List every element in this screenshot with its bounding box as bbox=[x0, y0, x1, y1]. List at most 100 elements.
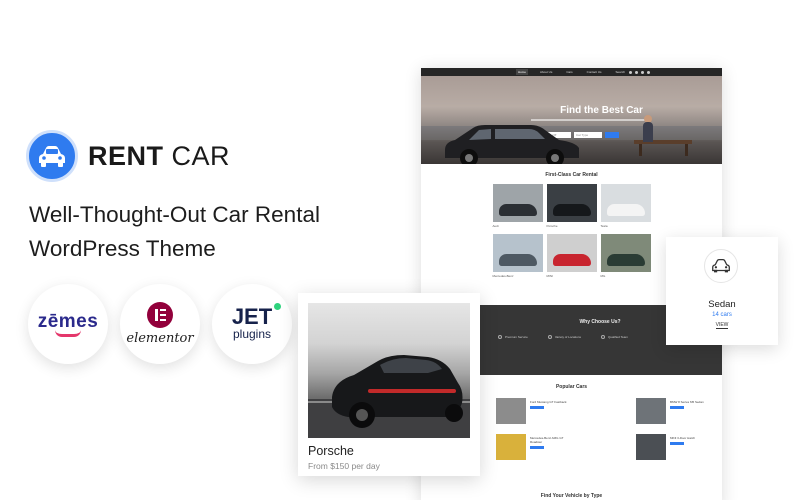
youtube-icon[interactable] bbox=[647, 70, 650, 74]
car-silhouette bbox=[606, 254, 645, 266]
car-tile-label: MG bbox=[600, 274, 606, 278]
popular-item[interactable]: Ford Mustang GT Fastback bbox=[496, 398, 616, 424]
nav-item-search[interactable]: Search bbox=[614, 69, 628, 75]
jet-dot-icon bbox=[274, 303, 282, 310]
popular-item-image bbox=[496, 434, 526, 460]
hero-car-image bbox=[445, 125, 579, 164]
site-navbar: Home About Us Cars Contact Us Search bbox=[421, 68, 722, 76]
jet-logo-subtext: plugins bbox=[232, 327, 272, 341]
jetplugins-badge: JET plugins bbox=[212, 284, 292, 364]
facebook-icon[interactable] bbox=[629, 70, 632, 74]
view-link[interactable]: VIEW bbox=[666, 322, 778, 329]
zemes-smile-icon bbox=[55, 330, 81, 337]
card-price: From $150 per day bbox=[308, 461, 380, 471]
nav-item-contact[interactable]: Contact Us bbox=[585, 69, 604, 75]
car-silhouette bbox=[498, 254, 537, 266]
car-icon bbox=[26, 130, 78, 182]
social-icons bbox=[629, 70, 650, 74]
popular-item[interactable]: Mercedes-Benz AMG GT Roadster bbox=[496, 434, 616, 460]
featured-car-card[interactable]: Porsche From $150 per day bbox=[298, 293, 480, 476]
car-tile-label: Mercedes-Benz bbox=[492, 274, 514, 278]
twitter-icon[interactable] bbox=[635, 70, 638, 74]
vehicle-type-card[interactable]: Sedan 14 cars VIEW bbox=[666, 237, 778, 345]
popular-item-image bbox=[496, 398, 526, 424]
elementor-icon bbox=[147, 302, 173, 328]
view-link-text[interactable]: VIEW bbox=[715, 322, 729, 329]
why-item-label: Qualified Team bbox=[607, 335, 628, 339]
bench-leg bbox=[685, 144, 688, 156]
brand-name: RENT CAR bbox=[88, 141, 230, 172]
tagline-line-2: WordPress Theme bbox=[29, 236, 216, 261]
vehicle-type-title: Sedan bbox=[708, 299, 736, 310]
car-tile-image bbox=[546, 234, 597, 272]
popular-item-button[interactable] bbox=[670, 442, 684, 445]
nav-item-home[interactable]: Home bbox=[515, 69, 528, 75]
car-tile-label: Tesla bbox=[600, 224, 608, 228]
why-item: Variety of Locations bbox=[547, 335, 581, 339]
car-tile-label: Audi bbox=[492, 224, 499, 228]
car-tile-label: Porsche bbox=[546, 224, 558, 228]
location-icon bbox=[547, 335, 552, 339]
car-icon bbox=[704, 249, 738, 283]
popular-item-name: Ford Mustang GT Fastback bbox=[530, 400, 567, 404]
popular-item-name: MINI 3-Door Hatch bbox=[670, 436, 696, 440]
car-silhouette bbox=[606, 204, 645, 216]
why-item-label: Premium Service bbox=[505, 335, 528, 339]
car-tile[interactable]: Tesla bbox=[600, 184, 651, 230]
why-item: Qualified Team bbox=[600, 335, 628, 339]
team-icon bbox=[600, 335, 605, 339]
why-item: Premium Service bbox=[498, 335, 528, 339]
instagram-icon[interactable] bbox=[641, 70, 644, 74]
car-tile[interactable]: Porsche bbox=[546, 184, 597, 230]
car-silhouette bbox=[552, 254, 591, 266]
elementor-logo-text: elementor bbox=[126, 331, 194, 346]
popular-item-image bbox=[636, 398, 666, 424]
popular-item[interactable]: MINI 3-Door Hatch bbox=[636, 434, 722, 460]
why-item-label: Variety of Locations bbox=[554, 335, 581, 339]
car-silhouette bbox=[552, 204, 591, 216]
jet-logo-word: JET bbox=[231, 304, 273, 329]
plugin-badges: zēmes elementor JET plugins bbox=[28, 284, 292, 364]
brand-name-bold: RENT bbox=[88, 140, 164, 171]
zemes-badge: zēmes bbox=[28, 284, 108, 364]
card-title: Porsche bbox=[308, 444, 354, 458]
person bbox=[643, 122, 653, 142]
jet-logo-text: JET bbox=[231, 303, 282, 329]
find-by-type-title: Find Your Vehicle by Type bbox=[540, 493, 603, 499]
popular-item[interactable]: BMW 8 Series M5 Sedan bbox=[636, 398, 722, 424]
popular-item-button[interactable] bbox=[670, 406, 684, 409]
popular-item-image bbox=[636, 434, 666, 460]
car-tile[interactable]: Mercedes-Benz bbox=[492, 234, 543, 280]
popular-item-name: Mercedes-Benz AMG GT Roadster bbox=[530, 436, 564, 444]
nav-item-about[interactable]: About Us bbox=[538, 69, 554, 75]
vehicle-type-count: 14 cars bbox=[712, 312, 732, 318]
car-tile-image bbox=[600, 184, 651, 222]
car-tile[interactable]: MG bbox=[600, 234, 651, 280]
popular-item-name: BMW 8 Series M5 Sedan bbox=[670, 400, 704, 404]
popular-item-button[interactable] bbox=[530, 406, 544, 409]
hero-title: Find the Best Car bbox=[560, 105, 643, 116]
car-tile-label: MINI bbox=[546, 274, 553, 278]
why-items: Premium Service Variety of Locations Qua… bbox=[498, 335, 628, 339]
rental-section-title: First-Class Car Rental bbox=[545, 172, 598, 178]
elementor-badge: elementor bbox=[120, 284, 200, 364]
car-tile-image bbox=[546, 184, 597, 222]
star-icon bbox=[498, 335, 502, 339]
tagline: Well-Thought-Out Car Rental WordPress Th… bbox=[29, 198, 389, 266]
car-tile-image bbox=[492, 184, 543, 222]
car-tile-image bbox=[600, 234, 651, 272]
car-tile-image bbox=[492, 234, 543, 272]
brand-name-light: CAR bbox=[171, 140, 231, 171]
car-tile[interactable]: Audi bbox=[492, 184, 543, 230]
porsche-photo bbox=[308, 303, 470, 438]
bench-leg bbox=[639, 144, 642, 156]
car-silhouette bbox=[498, 204, 537, 216]
popular-grid: Ford Mustang GT Fastback BMW 8 Series M5 … bbox=[496, 398, 722, 460]
search-button[interactable] bbox=[605, 132, 619, 138]
popular-item-button[interactable] bbox=[530, 446, 544, 449]
hero-banner: Find the Best Car Pick Up Drop Off Car T… bbox=[421, 76, 722, 164]
nav-item-cars[interactable]: Cars bbox=[564, 69, 574, 75]
tagline-line-1: Well-Thought-Out Car Rental bbox=[29, 202, 320, 227]
car-tile[interactable]: MINI bbox=[546, 234, 597, 280]
brand: RENT CAR bbox=[26, 130, 230, 182]
